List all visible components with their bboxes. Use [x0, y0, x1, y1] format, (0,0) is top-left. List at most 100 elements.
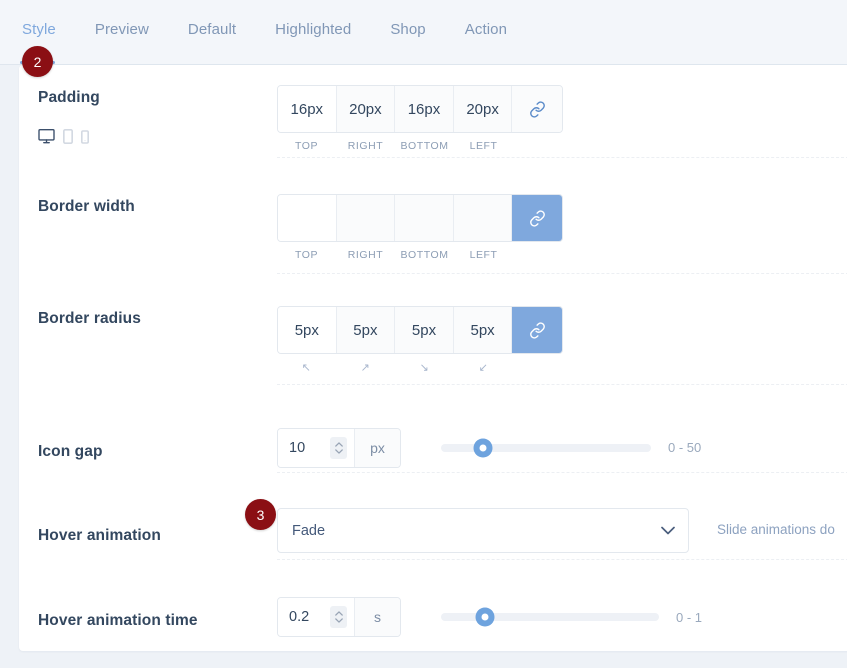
border-radius-control: 5px 5px 5px 5px ↖ ↗ ↘ ↙ — [277, 296, 847, 374]
row-label-icon-gap: Icon gap — [38, 442, 103, 460]
border-radius-top-left-input[interactable]: 5px — [278, 307, 337, 353]
row-border-radius: Border radius 5px 5px 5px 5px ↖ ↗ ↘ ↙ — [19, 281, 847, 392]
tab-shop[interactable]: Shop — [390, 20, 446, 40]
row-icon-gap: Icon gap 10 px 0 - 50 — [19, 392, 847, 477]
icon-gap-slider-handle[interactable] — [473, 438, 493, 457]
tab-list: Style Preview Default Highlighted Shop A… — [0, 0, 847, 64]
border-width-right-input[interactable] — [336, 195, 396, 241]
divider — [277, 559, 847, 560]
settings-panel-screen: Style Preview Default Highlighted Shop A… — [0, 0, 847, 668]
row-hover-animation-time: Hover animation time 0.2 s 0 - 1 — [19, 562, 847, 647]
border-width-sublabels: TOP RIGHT BOTTOM LEFT — [277, 249, 563, 261]
hover-animation-time-slider-wrap: 0 - 1 — [441, 607, 703, 627]
hover-animation-time-slider[interactable] — [441, 607, 659, 627]
sublabel-left: LEFT — [469, 140, 498, 152]
icon-gap-value: 10 — [289, 439, 306, 456]
sublabel-bottom: BOTTOM — [400, 140, 449, 152]
border-width-link-icon[interactable] — [512, 195, 562, 241]
border-width-control: TOP RIGHT BOTTOM LEFT — [277, 184, 847, 261]
tab-label: Preview — [94, 21, 149, 38]
tab-label: Shop — [390, 21, 426, 38]
icon-gap-range: 0 - 50 — [668, 440, 702, 455]
chevron-down-icon[interactable] — [661, 526, 675, 535]
tab-highlighted[interactable]: Highlighted — [275, 20, 372, 40]
desktop-icon[interactable] — [38, 129, 55, 149]
border-radius-link-icon[interactable] — [512, 307, 562, 353]
divider — [277, 384, 847, 385]
divider — [277, 157, 847, 158]
hover-animation-time-range: 0 - 1 — [676, 609, 703, 625]
corner-top-right-icon: ↗ — [360, 362, 371, 374]
border-radius-sublabels: ↖ ↗ ↘ ↙ — [277, 361, 563, 374]
sublabel-right: RIGHT — [347, 140, 384, 152]
step-badge-2: 2 — [22, 46, 53, 77]
padding-spacing-group: 16px 20px 16px 20px — [277, 85, 563, 133]
corner-bottom-left-icon: ↙ — [478, 362, 489, 374]
icon-gap-number-group: 10 px — [277, 427, 401, 468]
hover-animation-select[interactable]: Fade — [277, 508, 689, 553]
icon-gap-control: 10 px 0 - 50 — [277, 427, 847, 468]
hover-animation-time-unit: s — [355, 598, 400, 636]
icon-gap-stepper[interactable] — [330, 436, 347, 459]
padding-top-input[interactable]: 16px — [278, 86, 337, 132]
icon-gap-slider-wrap: 0 - 50 — [441, 438, 702, 457]
border-radius-bottom-right-input[interactable]: 5px — [395, 307, 454, 353]
style-settings-panel: Padding 16px 20px 16px 20px TOP RIGHT BO… — [19, 65, 847, 651]
hover-animation-time-stepper[interactable] — [330, 606, 347, 628]
hover-animation-time-input[interactable]: 0.2 — [278, 598, 355, 636]
border-width-bottom-input[interactable] — [395, 195, 454, 241]
sublabel-right: RIGHT — [347, 249, 384, 261]
row-label-padding: Padding — [38, 89, 100, 106]
corner-top-left-icon: ↖ — [301, 362, 312, 374]
border-radius-top-right-input[interactable]: 5px — [336, 307, 396, 353]
tab-style[interactable]: Style — [20, 20, 77, 64]
mobile-icon[interactable] — [81, 129, 89, 149]
hover-animation-time-number-group: 0.2 s — [277, 597, 401, 637]
row-label-border-radius: Border radius — [38, 310, 141, 327]
border-radius-spacing-group: 5px 5px 5px 5px — [277, 306, 563, 354]
padding-right-input[interactable]: 20px — [336, 86, 396, 132]
border-width-left-input[interactable] — [453, 195, 513, 241]
icon-gap-slider[interactable] — [441, 438, 651, 457]
row-label-hover-animation-time: Hover animation time — [38, 612, 198, 629]
tab-label: Action — [464, 21, 508, 38]
hover-animation-help-text: Slide animations do — [717, 522, 835, 537]
row-label-hover-animation: Hover animation — [38, 526, 161, 544]
sublabel-left: LEFT — [469, 249, 498, 261]
hover-animation-time-control: 0.2 s 0 - 1 — [277, 597, 847, 637]
hover-animation-time-value: 0.2 — [289, 609, 310, 625]
padding-left-input[interactable]: 20px — [453, 86, 513, 132]
padding-control: 16px 20px 16px 20px TOP RIGHT BOTTOM LEF… — [277, 85, 847, 152]
row-label-border-width: Border width — [38, 198, 135, 215]
border-width-top-input[interactable] — [278, 195, 337, 241]
tab-label: Default — [187, 21, 237, 38]
corner-bottom-right-icon: ↘ — [419, 362, 430, 374]
row-padding: Padding 16px 20px 16px 20px TOP RIGHT BO… — [19, 65, 847, 169]
hover-animation-value: Fade — [292, 522, 326, 539]
step-badge-3: 3 — [245, 499, 276, 530]
divider — [277, 472, 847, 473]
sublabel-bottom: BOTTOM — [400, 249, 449, 261]
tab-preview[interactable]: Preview — [95, 20, 170, 40]
hover-animation-time-slider-handle[interactable] — [475, 607, 495, 627]
tab-label: Style — [22, 21, 56, 38]
icon-gap-input[interactable]: 10 — [278, 428, 355, 467]
device-switcher — [38, 129, 89, 149]
row-hover-animation: Hover animation Fade Slide animations do — [19, 477, 847, 562]
row-border-width: Border width TOP RIGHT BOTTOM LEFT — [19, 169, 847, 281]
padding-bottom-input[interactable]: 16px — [395, 86, 454, 132]
border-radius-bottom-left-input[interactable]: 5px — [453, 307, 513, 353]
icon-gap-unit: px — [355, 428, 400, 467]
tab-label: Highlighted — [275, 21, 352, 38]
padding-link-icon[interactable] — [512, 86, 562, 132]
tablet-icon[interactable] — [63, 129, 73, 149]
tab-bar: Style Preview Default Highlighted Shop A… — [0, 0, 847, 65]
border-width-spacing-group — [277, 194, 563, 242]
sublabel-top: TOP — [294, 140, 319, 152]
padding-sublabels: TOP RIGHT BOTTOM LEFT — [277, 140, 563, 152]
tab-default[interactable]: Default — [188, 20, 257, 40]
divider — [277, 273, 847, 274]
hover-animation-control: Fade Slide animations do — [277, 508, 847, 553]
sublabel-top: TOP — [294, 249, 319, 261]
tab-action[interactable]: Action — [465, 20, 528, 40]
